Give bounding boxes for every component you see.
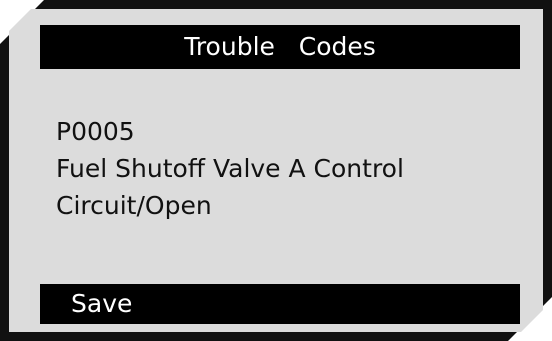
screen-title: Trouble Codes [40,25,520,69]
trouble-code: P0005 [56,117,135,146]
trouble-code-description-line-1: Fuel Shutoff Valve A Control [56,154,404,183]
save-button[interactable]: Save [40,284,520,324]
device-bezel: Trouble Codes P0005 Fuel Shutoff Valve A… [0,0,552,341]
save-button-label: Save [71,289,133,318]
lcd-screen: Trouble Codes P0005 Fuel Shutoff Valve A… [9,9,543,332]
trouble-code-description-line-2: Circuit/Open [56,191,212,220]
trouble-code-details: P0005 Fuel Shutoff Valve A Control Circu… [56,113,404,224]
